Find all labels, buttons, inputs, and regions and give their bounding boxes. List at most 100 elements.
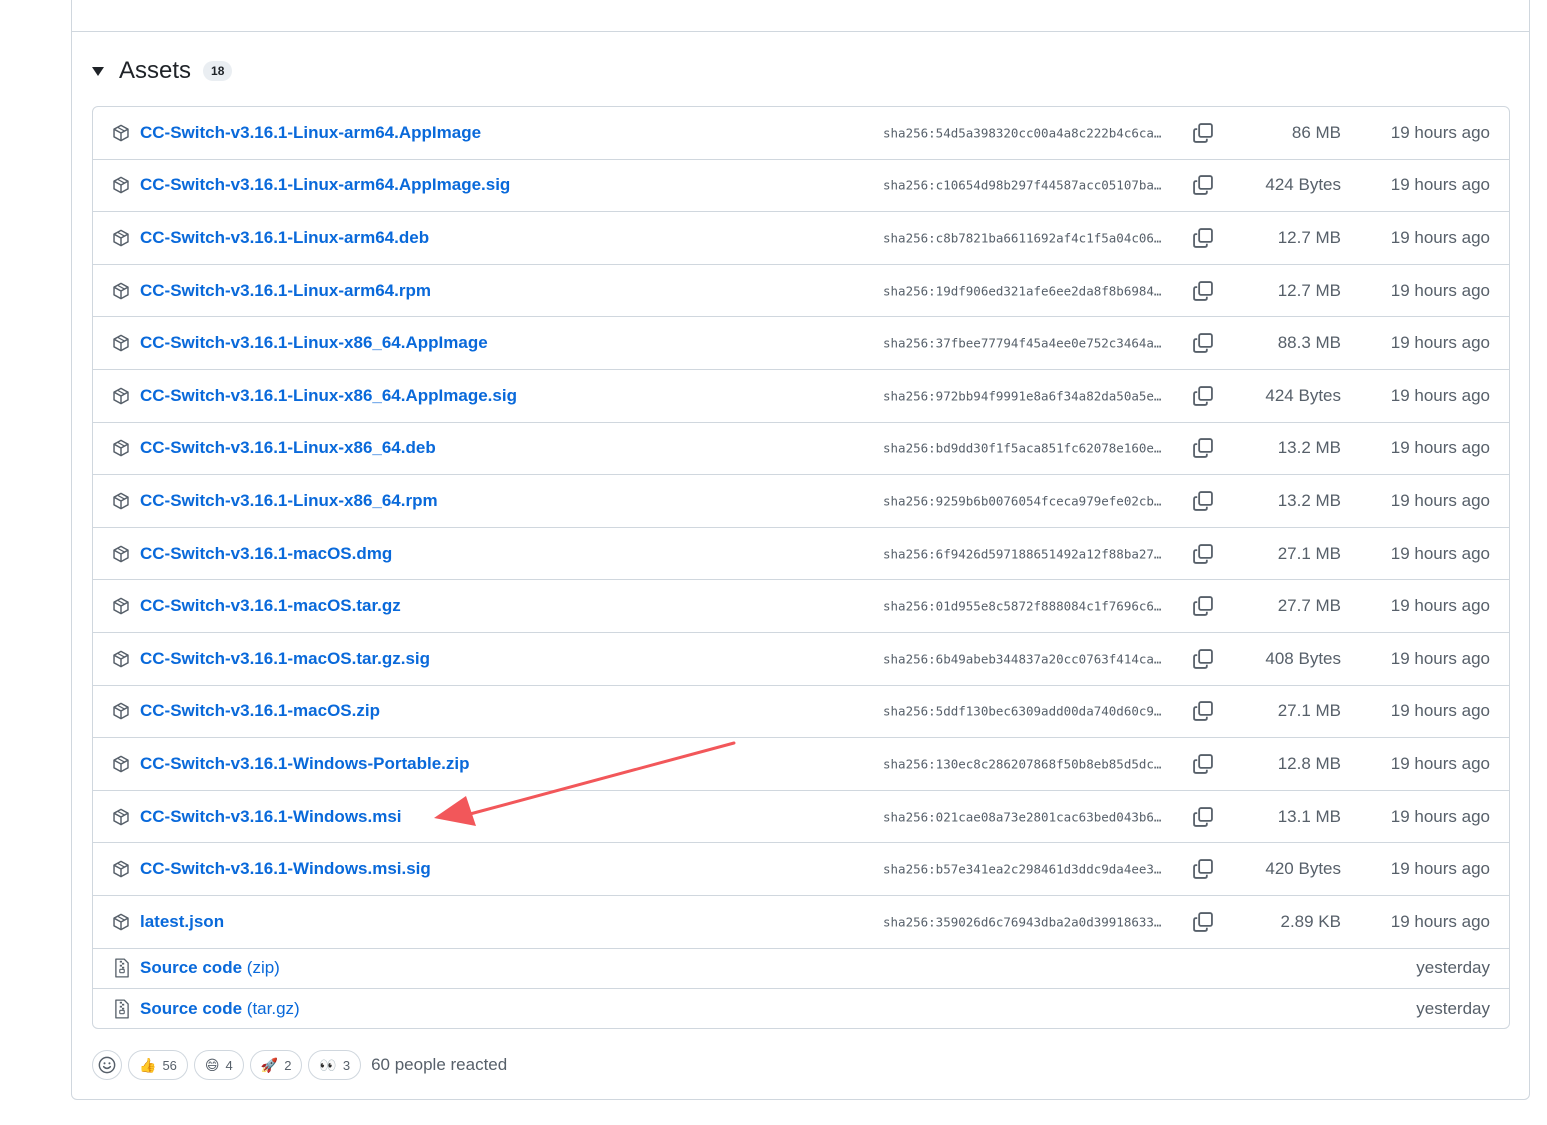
- source-code-link[interactable]: Source code (zip): [140, 958, 280, 978]
- asset-age: 19 hours ago: [1390, 385, 1490, 405]
- copy-icon[interactable]: [1192, 648, 1214, 670]
- asset-size: 12.8 MB: [1277, 753, 1341, 773]
- package-icon: [112, 808, 130, 826]
- copy-icon[interactable]: [1192, 911, 1214, 933]
- copy-icon[interactable]: [1192, 595, 1214, 617]
- copy-icon[interactable]: [1192, 332, 1214, 354]
- asset-link[interactable]: CC-Switch-v3.16.1-macOS.tar.gz: [140, 596, 401, 616]
- source-code-row: Source code (tar.gz) yesterday: [93, 989, 1509, 1029]
- reaction-count: 3: [342, 1057, 351, 1073]
- asset-row: CC-Switch-v3.16.1-Windows.msi sha256:021c…: [93, 791, 1509, 844]
- asset-link[interactable]: CC-Switch-v3.16.1-Windows-Portable.zip: [140, 754, 470, 774]
- package-icon: [112, 334, 130, 352]
- assets-toggle[interactable]: Assets 18: [90, 54, 233, 88]
- source-code-format: (zip): [246, 958, 280, 977]
- asset-link[interactable]: CC-Switch-v3.16.1-Windows.msi.sig: [140, 859, 431, 879]
- package-icon: [112, 387, 130, 405]
- asset-row: CC-Switch-v3.16.1-Windows.msi.sig sha256:…: [93, 843, 1509, 896]
- asset-row: CC-Switch-v3.16.1-Linux-arm64.deb sha256:…: [93, 212, 1509, 265]
- asset-link[interactable]: CC-Switch-v3.16.1-Linux-x86_64.AppImage: [140, 333, 488, 353]
- asset-sha256: sha256:c8b7821ba6611692af4c1f5a04c06…: [883, 230, 1162, 246]
- asset-size: 27.7 MB: [1277, 596, 1341, 616]
- copy-icon[interactable]: [1192, 122, 1214, 144]
- reaction-pill[interactable]: 😄 4: [193, 1050, 244, 1080]
- asset-link[interactable]: CC-Switch-v3.16.1-Linux-x86_64.AppImage.…: [140, 386, 517, 406]
- add-reaction-button[interactable]: [92, 1050, 122, 1080]
- asset-link[interactable]: latest.json: [140, 912, 224, 932]
- asset-size: 13.1 MB: [1277, 806, 1341, 826]
- asset-sha256: sha256:972bb94f9991e8a6f34a82da50a5e…: [883, 388, 1162, 404]
- asset-sha256: sha256:5ddf130bec6309add00da740d60c9…: [883, 703, 1162, 719]
- asset-size: 86 MB: [1291, 122, 1341, 142]
- asset-link[interactable]: CC-Switch-v3.16.1-Linux-x86_64.deb: [140, 438, 436, 458]
- asset-sha256: sha256:359026d6c76943dba2a0d39918633…: [883, 914, 1162, 930]
- asset-link[interactable]: CC-Switch-v3.16.1-Linux-x86_64.rpm: [140, 491, 438, 511]
- asset-row: CC-Switch-v3.16.1-Linux-arm64.rpm sha256:…: [93, 265, 1509, 318]
- package-icon: [112, 545, 130, 563]
- asset-link[interactable]: CC-Switch-v3.16.1-Linux-arm64.rpm: [140, 281, 431, 301]
- asset-row: CC-Switch-v3.16.1-Linux-arm64.AppImage sh…: [93, 107, 1509, 160]
- asset-size: 12.7 MB: [1277, 227, 1341, 247]
- asset-sha256: sha256:bd9dd30f1f5aca851fc62078e160e…: [883, 440, 1162, 456]
- copy-icon[interactable]: [1192, 174, 1214, 196]
- copy-icon[interactable]: [1192, 753, 1214, 775]
- asset-size: 13.2 MB: [1277, 438, 1341, 458]
- source-code-age: yesterday: [1416, 998, 1490, 1018]
- asset-sha256: sha256:6b49abeb344837a20cc0763f414ca…: [883, 651, 1162, 667]
- asset-sha256: sha256:9259b6b0076054fceca979efe02cb…: [883, 493, 1162, 509]
- package-icon: [112, 229, 130, 247]
- asset-sha256: sha256:01d955e8c5872f888084c1f7696c6…: [883, 598, 1162, 614]
- reaction-pill[interactable]: 👀 3: [308, 1050, 362, 1080]
- package-icon: [112, 176, 130, 194]
- reaction-emoji: 😄: [204, 1056, 220, 1073]
- source-code-label: Source code: [140, 958, 243, 977]
- copy-icon[interactable]: [1192, 543, 1214, 565]
- reaction-pill[interactable]: 🚀 2: [249, 1050, 303, 1080]
- asset-row: CC-Switch-v3.16.1-macOS.zip sha256:5ddf13…: [93, 686, 1509, 739]
- reaction-pill[interactable]: 👍 56: [128, 1050, 188, 1080]
- asset-row: CC-Switch-v3.16.1-macOS.tar.gz sha256:01d…: [93, 580, 1509, 633]
- asset-size: 2.89 KB: [1280, 911, 1342, 931]
- asset-age: 19 hours ago: [1390, 753, 1490, 773]
- asset-age: 19 hours ago: [1390, 648, 1490, 668]
- copy-icon[interactable]: [1192, 227, 1214, 249]
- copy-icon[interactable]: [1192, 490, 1214, 512]
- asset-link[interactable]: CC-Switch-v3.16.1-Linux-arm64.AppImage.s…: [140, 175, 510, 195]
- file-zip-icon: [114, 998, 130, 1019]
- package-icon: [112, 597, 130, 615]
- asset-link[interactable]: CC-Switch-v3.16.1-Windows.msi: [140, 807, 402, 827]
- asset-link[interactable]: CC-Switch-v3.16.1-Linux-arm64.deb: [140, 228, 429, 248]
- copy-icon[interactable]: [1192, 700, 1214, 722]
- reaction-emoji: 👍: [139, 1056, 157, 1073]
- copy-icon[interactable]: [1192, 437, 1214, 459]
- package-icon: [112, 650, 130, 668]
- asset-sha256: sha256:130ec8c286207868f50b8eb85d5dc…: [883, 756, 1162, 772]
- asset-link[interactable]: CC-Switch-v3.16.1-macOS.zip: [140, 701, 380, 721]
- copy-icon[interactable]: [1192, 858, 1214, 880]
- reaction-emoji: 🚀: [260, 1056, 279, 1073]
- asset-link[interactable]: CC-Switch-v3.16.1-Linux-arm64.AppImage: [140, 123, 481, 143]
- package-icon: [112, 755, 130, 773]
- copy-icon[interactable]: [1192, 806, 1214, 828]
- asset-size: 27.1 MB: [1277, 701, 1341, 721]
- reactions-summary: 60 people reacted: [371, 1055, 508, 1074]
- copy-icon[interactable]: [1192, 280, 1214, 302]
- asset-age: 19 hours ago: [1390, 438, 1490, 458]
- asset-sha256: sha256:021cae08a73e2801cac63bed043b6…: [883, 809, 1162, 825]
- caret-down-icon[interactable]: [92, 66, 104, 76]
- asset-link[interactable]: CC-Switch-v3.16.1-macOS.dmg: [140, 544, 392, 564]
- reaction-count: 2: [284, 1057, 292, 1073]
- assets-count-badge: 18: [203, 61, 233, 81]
- asset-row: CC-Switch-v3.16.1-Linux-x86_64.deb sha256…: [93, 423, 1509, 476]
- reaction-count: 56: [162, 1057, 177, 1073]
- asset-size: 27.1 MB: [1277, 543, 1341, 563]
- asset-link[interactable]: CC-Switch-v3.16.1-macOS.tar.gz.sig: [140, 649, 430, 669]
- asset-age: 19 hours ago: [1390, 911, 1490, 931]
- asset-age: 19 hours ago: [1390, 806, 1490, 826]
- reaction-count: 4: [225, 1057, 233, 1073]
- copy-icon[interactable]: [1192, 385, 1214, 407]
- asset-sha256: sha256:54d5a398320cc00a4a8c222b4c6ca…: [883, 125, 1162, 141]
- asset-size: 13.2 MB: [1277, 490, 1341, 510]
- asset-age: 19 hours ago: [1390, 175, 1490, 195]
- source-code-link[interactable]: Source code (tar.gz): [140, 999, 300, 1019]
